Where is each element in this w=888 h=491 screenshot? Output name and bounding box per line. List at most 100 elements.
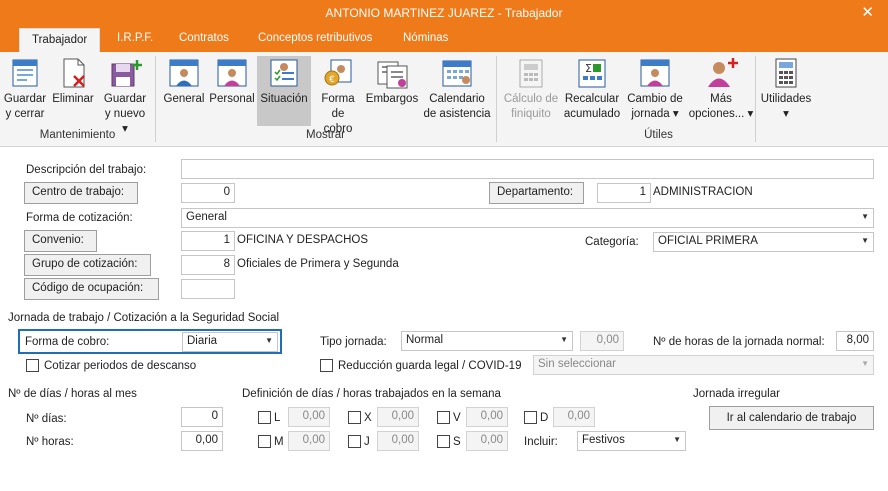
- calculator-icon: [769, 56, 803, 90]
- day-checkbox-s[interactable]: [437, 435, 450, 448]
- mas-opciones-button[interactable]: Más opciones... ▾: [688, 56, 754, 122]
- departamento-input[interactable]: 1: [597, 183, 651, 203]
- day-checkbox-j[interactable]: [348, 435, 361, 448]
- day-hours-x[interactable]: 0,00: [377, 407, 419, 427]
- descripcion-label: Descripción del trabajo:: [26, 164, 147, 176]
- title-bar: ANTONIO MARTINEZ JUAREZ - Trabajador ✕: [0, 0, 888, 26]
- situation-list-icon: [267, 56, 301, 90]
- convenio-name: OFICINA Y DESPACHOS: [237, 234, 369, 246]
- categoria-select[interactable]: OFICIAL PRIMERA ▼: [653, 232, 874, 252]
- dias-input[interactable]: 0: [181, 407, 223, 427]
- convenio-input[interactable]: 1: [181, 231, 235, 251]
- day-checkbox-v[interactable]: [437, 411, 450, 424]
- incluir-select[interactable]: Festivos ▼: [577, 431, 686, 451]
- departamento-button[interactable]: Departamento:: [489, 182, 584, 204]
- convenio-button[interactable]: Convenio:: [24, 230, 97, 252]
- save-close-icon: [8, 56, 42, 90]
- forma-cotizacion-label: Forma de cotización:: [26, 212, 133, 224]
- ribbon: Guardar y cerrar Eliminar Guardar y nuev…: [0, 52, 888, 147]
- tipo-jornada-percent: 0,00: [580, 331, 624, 351]
- day-label-x: X: [364, 412, 372, 424]
- day-label-d: D: [540, 412, 549, 424]
- day-checkbox-l[interactable]: [258, 411, 271, 424]
- guardar-cerrar-button[interactable]: Guardar y cerrar: [3, 56, 47, 122]
- day-checkbox-d[interactable]: [524, 411, 537, 424]
- day-label-s: S: [453, 436, 461, 448]
- day-hours-l[interactable]: 0,00: [288, 407, 330, 427]
- svg-text:Σ: Σ: [585, 62, 592, 75]
- tab-trabajador[interactable]: Trabajador: [19, 28, 101, 52]
- chevron-down-icon: ▼: [861, 212, 869, 221]
- add-person-icon: [704, 56, 738, 90]
- forma-cobro-label: Forma de cobro:: [25, 336, 110, 348]
- chevron-down-icon: ▼: [265, 336, 273, 345]
- horas-jornada-label: Nº de horas de la jornada normal:: [653, 336, 825, 348]
- group-label-mantenimiento: Mantenimiento: [39, 129, 116, 141]
- general-button[interactable]: General: [161, 56, 207, 107]
- reduccion-checkbox[interactable]: [320, 359, 333, 372]
- day-hours-d[interactable]: 0,00: [553, 407, 595, 427]
- chevron-down-icon: ▼: [861, 359, 869, 368]
- delete-icon: [56, 56, 90, 90]
- sum-calculator-icon: Σ: [575, 56, 609, 90]
- cotizar-descanso-checkbox[interactable]: [26, 359, 39, 372]
- utilidades-button[interactable]: Utilidades ▾: [758, 56, 814, 122]
- codigo-ocupacion-button[interactable]: Código de ocupación:: [24, 278, 159, 300]
- chevron-down-icon: ▼: [673, 435, 681, 444]
- departamento-name: ADMINISTRACION: [653, 186, 753, 198]
- tipo-jornada-select[interactable]: Normal ▼: [401, 331, 573, 351]
- group-label-mostrar: Mostrar: [306, 129, 345, 141]
- day-hours-j[interactable]: 0,00: [377, 431, 419, 451]
- tab-contratos[interactable]: Contratos: [179, 32, 229, 44]
- guardar-nuevo-button[interactable]: Guardar y nuevo ▾: [101, 56, 149, 137]
- calendario-asistencia-button[interactable]: Calendario de asistencia: [422, 56, 492, 122]
- reduccion-select[interactable]: Sin seleccionar ▼: [533, 355, 874, 375]
- recalcular-acumulado-button[interactable]: Σ Recalcular acumulado: [563, 56, 621, 122]
- horas-label: Nº horas:: [26, 436, 74, 448]
- day-checkbox-x[interactable]: [348, 411, 361, 424]
- person-card-icon: [167, 56, 201, 90]
- situacion-button[interactable]: Situación: [257, 56, 311, 126]
- day-label-m: M: [274, 436, 284, 448]
- save-new-icon: [108, 56, 142, 90]
- eliminar-button[interactable]: Eliminar: [51, 56, 95, 107]
- chevron-down-icon: ▼: [560, 335, 568, 344]
- calculo-finiquito-button[interactable]: Cálculo de finiquito: [502, 56, 560, 122]
- day-hours-s[interactable]: 0,00: [466, 431, 508, 451]
- forma-cobro-button[interactable]: € Forma de cobro: [316, 56, 360, 137]
- horas-input[interactable]: 0,00: [181, 431, 223, 451]
- centro-trabajo-input[interactable]: 0: [181, 183, 235, 203]
- codigo-ocupacion-input[interactable]: [181, 279, 235, 299]
- person-card-icon: [638, 56, 672, 90]
- forma-cobro-field[interactable]: Forma de cobro: Diaria ▼: [18, 329, 282, 354]
- calendar-icon: [440, 56, 474, 90]
- grupo-cotizacion-button[interactable]: Grupo de cotización:: [24, 254, 151, 276]
- group-label-utiles: Útiles: [644, 129, 673, 141]
- tab-conceptos-retributivos[interactable]: Conceptos retributivos: [258, 32, 372, 44]
- day-checkbox-m[interactable]: [258, 435, 271, 448]
- forma-cotizacion-select[interactable]: General ▼: [181, 208, 874, 228]
- horas-jornada-input[interactable]: 8,00: [836, 331, 874, 351]
- dias-horas-mes-title: Nº de días / horas al mes: [8, 388, 137, 400]
- jornada-section-title: Jornada de trabajo / Cotización a la Seg…: [8, 312, 280, 324]
- personal-button[interactable]: Personal: [209, 56, 255, 107]
- cotizar-descanso-label: Cotizar periodos de descanso: [44, 360, 197, 372]
- cambio-jornada-button[interactable]: Cambio de jornada ▾: [624, 56, 686, 122]
- close-icon[interactable]: ✕: [861, 3, 874, 21]
- reduccion-label: Reducción guarda legal / COVID-19: [338, 360, 522, 372]
- forma-cobro-select[interactable]: Diaria ▼: [182, 332, 278, 352]
- chevron-down-icon: ▼: [861, 236, 869, 245]
- day-hours-v[interactable]: 0,00: [466, 407, 508, 427]
- day-hours-m[interactable]: 0,00: [288, 431, 330, 451]
- definicion-semana-title: Definición de días / horas trabajados en…: [242, 388, 501, 400]
- embargos-button[interactable]: Embargos: [364, 56, 420, 107]
- centro-trabajo-button[interactable]: Centro de trabajo:: [24, 182, 138, 204]
- descripcion-input[interactable]: [181, 159, 874, 179]
- grupo-cotizacion-input[interactable]: 8: [181, 255, 235, 275]
- tab-nominas[interactable]: Nóminas: [403, 32, 448, 44]
- ribbon-tabs: Trabajador I.R.P.F. Contratos Conceptos …: [0, 26, 888, 52]
- tab-irpf[interactable]: I.R.P.F.: [117, 32, 153, 44]
- dias-label: Nº días:: [26, 413, 67, 425]
- ir-calendario-trabajo-button[interactable]: Ir al calendario de trabajo: [709, 406, 874, 430]
- day-label-l: L: [274, 412, 281, 424]
